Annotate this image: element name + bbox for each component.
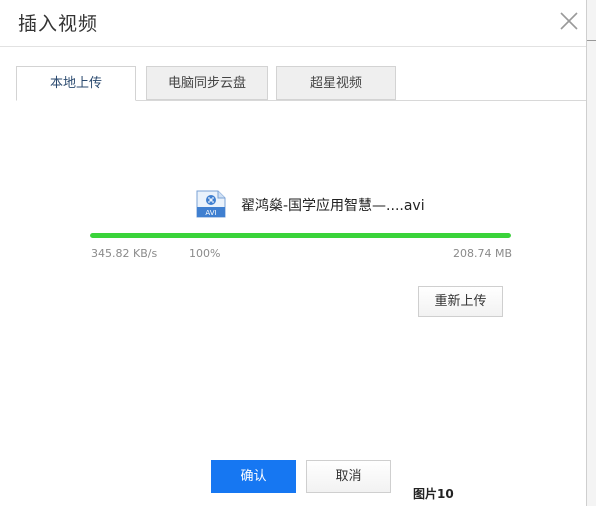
upload-speed: 345.82 KB/s bbox=[91, 247, 158, 260]
reupload-button[interactable]: 重新上传 bbox=[418, 286, 503, 317]
progress-fill bbox=[90, 233, 511, 238]
tab-pc-sync-cloud[interactable]: 电脑同步云盘 bbox=[146, 66, 268, 100]
dialog-title: 插入视频 bbox=[18, 13, 99, 35]
background-window-divider bbox=[587, 40, 596, 63]
insert-video-dialog: 插入视频 本地上传 电脑同步云盘 超星视频 AVI 翟鸿燊-国学应用智慧—...… bbox=[0, 0, 587, 506]
cancel-button[interactable]: 取消 bbox=[306, 460, 391, 493]
confirm-button[interactable]: 确认 bbox=[211, 460, 296, 493]
confirm-label: 确认 bbox=[240, 469, 267, 484]
file-name: 翟鸿燊-国学应用智慧—....avi bbox=[241, 198, 425, 214]
tab-local-upload[interactable]: 本地上传 bbox=[16, 66, 136, 101]
avi-file-icon: AVI bbox=[196, 190, 226, 218]
file-icon-text: AVI bbox=[205, 209, 216, 217]
figure-caption: 图片10 bbox=[413, 487, 454, 501]
upload-percent: 100% bbox=[189, 247, 221, 260]
tab-chaoxing-video[interactable]: 超星视频 bbox=[276, 66, 396, 100]
dialog-header: 插入视频 bbox=[0, 0, 586, 47]
tab-label: 超星视频 bbox=[309, 76, 362, 91]
cancel-label: 取消 bbox=[335, 469, 362, 484]
tab-label: 本地上传 bbox=[49, 76, 102, 91]
file-size: 208.74 MB bbox=[453, 247, 513, 260]
reupload-label: 重新上传 bbox=[434, 294, 487, 309]
close-icon[interactable] bbox=[558, 10, 580, 32]
upload-progress-bar bbox=[90, 233, 511, 238]
tab-label: 电脑同步云盘 bbox=[167, 76, 246, 91]
background-window-edge bbox=[587, 0, 596, 506]
